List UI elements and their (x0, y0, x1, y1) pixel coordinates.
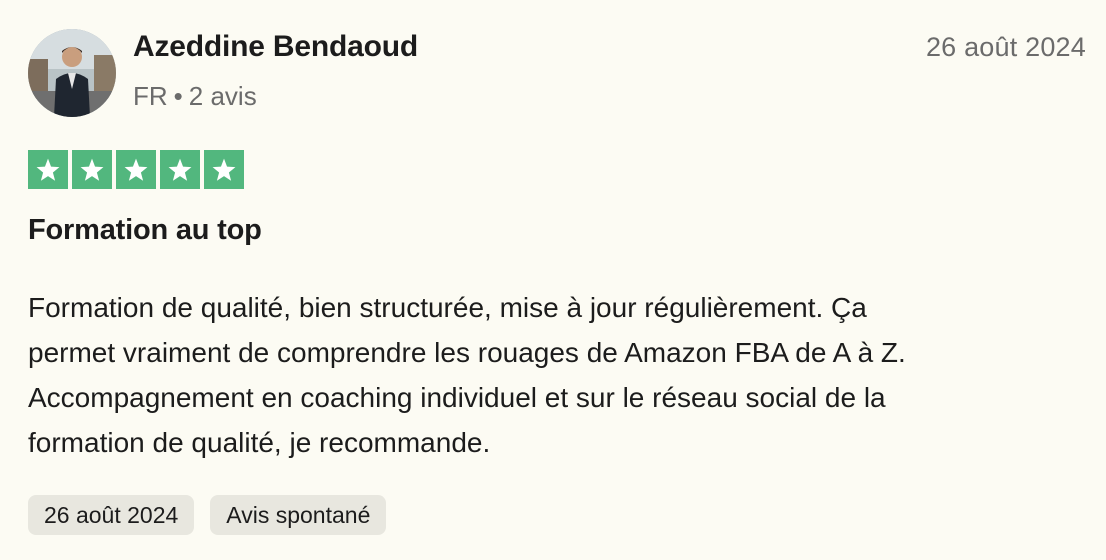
reviewer-review-count: 2 avis (188, 81, 257, 111)
avatar-photo (28, 29, 116, 117)
star-rating (28, 150, 244, 189)
review-body: Formation de qualité, bien structurée, m… (28, 285, 1088, 465)
review-body-line: formation de qualité, je recommande. (28, 427, 491, 458)
star-icon (116, 150, 156, 189)
review-date: 26 août 2024 (925, 32, 1086, 62)
review-title: Formation au top (28, 214, 262, 246)
reviewer-meta: FR • 2 avis (133, 81, 257, 112)
star-icon (160, 150, 200, 189)
review-card: Azeddine Bendaoud FR • 2 avis 26 août 2024… (0, 0, 1106, 560)
star-icon (204, 150, 244, 189)
review-body-line: Accompagnement en coaching individuel et… (28, 382, 886, 413)
reviewer-name[interactable]: Azeddine Bendaoud (133, 30, 418, 64)
review-tags: 26 août 2024 Avis spontané (28, 495, 387, 535)
date-tag: 26 août 2024 (28, 495, 195, 535)
avatar[interactable] (28, 29, 116, 117)
review-body-line: permet vraiment de comprendre les rouage… (28, 337, 906, 368)
reviewer-country: FR (133, 81, 168, 111)
star-icon (72, 150, 112, 189)
review-body-line: Formation de qualité, bien structurée, m… (28, 292, 867, 323)
review-type-tag[interactable]: Avis spontané (210, 495, 387, 535)
star-icon (28, 150, 68, 189)
meta-separator: • (173, 81, 183, 111)
